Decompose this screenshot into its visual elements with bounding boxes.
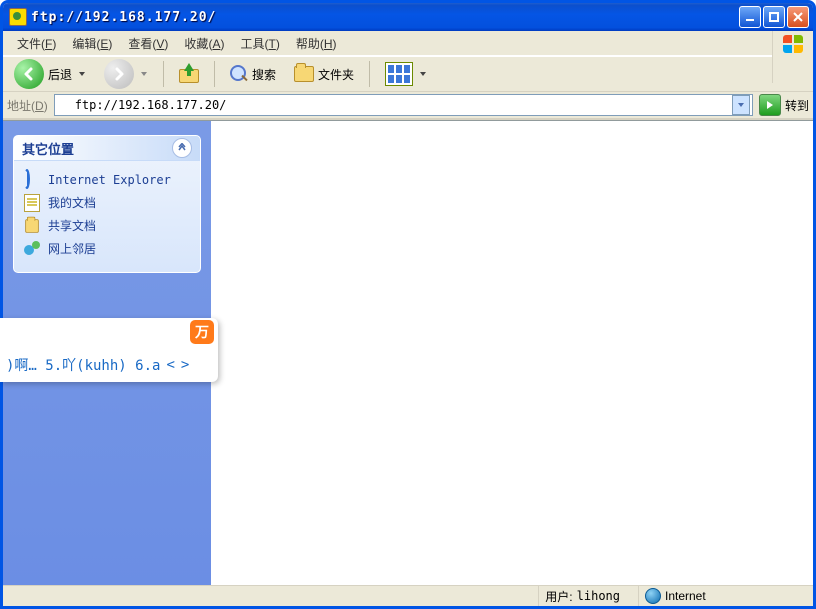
folder-icon bbox=[294, 66, 314, 82]
menu-tools[interactable]: 工具(T) bbox=[232, 32, 287, 55]
menu-view[interactable]: 查看(V) bbox=[120, 32, 176, 55]
close-button[interactable] bbox=[787, 6, 809, 28]
views-icon bbox=[385, 62, 413, 86]
panel-header[interactable]: 其它位置 bbox=[14, 136, 200, 161]
window-title: ftp://192.168.177.20/ bbox=[31, 10, 739, 25]
address-label: 地址(D) bbox=[7, 97, 48, 114]
folders-label: 文件夹 bbox=[318, 66, 354, 83]
ime-prev-icon[interactable]: < bbox=[166, 357, 174, 373]
separator bbox=[214, 61, 215, 87]
file-list-view[interactable] bbox=[211, 121, 813, 585]
link-label: 共享文档 bbox=[48, 217, 96, 234]
search-icon bbox=[230, 65, 248, 83]
app-icon bbox=[9, 8, 27, 26]
address-bar: 地址(D) ftp://192.168.177.20/ 转到 bbox=[3, 92, 813, 120]
globe-icon bbox=[645, 588, 661, 604]
menu-help[interactable]: 帮助(H) bbox=[288, 32, 345, 55]
up-button[interactable] bbox=[172, 59, 206, 89]
forward-icon bbox=[104, 59, 134, 89]
link-shared-documents[interactable]: 共享文档 bbox=[24, 214, 190, 237]
forward-button[interactable] bbox=[97, 59, 155, 89]
collapse-button[interactable] bbox=[172, 138, 192, 158]
other-places-panel: 其它位置 Internet Explorer 我的文档 bbox=[13, 135, 201, 273]
address-field[interactable]: ftp://192.168.177.20/ bbox=[54, 94, 753, 116]
link-label: Internet Explorer bbox=[48, 173, 171, 187]
back-icon bbox=[14, 59, 44, 89]
menu-file[interactable]: 文件(F) bbox=[9, 32, 64, 55]
network-icon bbox=[24, 241, 40, 257]
link-my-documents[interactable]: 我的文档 bbox=[24, 191, 190, 214]
folder-up-icon bbox=[179, 65, 199, 83]
toolbar: 后退 搜索 文件夹 bbox=[3, 56, 813, 92]
separator bbox=[163, 61, 164, 87]
ime-candidate-bar[interactable]: 万 )啊… 5.吖(kuhh) 6.a < > bbox=[0, 318, 218, 382]
menu-favorites[interactable]: 收藏(A) bbox=[176, 32, 232, 55]
user-label: 用户: bbox=[545, 588, 572, 605]
chevron-down-icon bbox=[737, 101, 745, 109]
zone-label: Internet bbox=[665, 589, 706, 603]
address-value: ftp://192.168.177.20/ bbox=[75, 98, 728, 112]
maximize-button[interactable] bbox=[763, 6, 785, 28]
menu-edit[interactable]: 编辑(E) bbox=[64, 32, 120, 55]
go-button[interactable]: 转到 bbox=[759, 94, 809, 116]
folder-icon bbox=[24, 218, 40, 234]
status-user: 用户: lihong bbox=[538, 586, 638, 606]
folders-button[interactable]: 文件夹 bbox=[287, 59, 361, 89]
link-label: 网上邻居 bbox=[48, 240, 96, 257]
search-button[interactable]: 搜索 bbox=[223, 59, 283, 89]
documents-icon bbox=[24, 195, 40, 211]
title-bar[interactable]: ftp://192.168.177.20/ bbox=[3, 3, 813, 31]
chevron-down-icon bbox=[140, 70, 148, 78]
minimize-button[interactable] bbox=[739, 6, 761, 28]
views-button[interactable] bbox=[378, 59, 434, 89]
ime-candidates[interactable]: )啊… 5.吖(kuhh) 6.a bbox=[6, 355, 160, 375]
user-value: lihong bbox=[577, 589, 620, 603]
separator bbox=[369, 61, 370, 87]
chevron-down-icon bbox=[78, 70, 86, 78]
address-dropdown-button[interactable] bbox=[732, 95, 750, 115]
link-network-places[interactable]: 网上邻居 bbox=[24, 237, 190, 260]
menu-bar: 文件(F) 编辑(E) 查看(V) 收藏(A) 工具(T) 帮助(H) bbox=[3, 31, 813, 56]
link-internet-explorer[interactable]: Internet Explorer bbox=[24, 169, 190, 191]
back-label: 后退 bbox=[48, 66, 72, 83]
panel-title: 其它位置 bbox=[22, 139, 74, 158]
windows-logo-throbber bbox=[772, 31, 813, 83]
panel-body: Internet Explorer 我的文档 共享文档 网上邻居 bbox=[14, 161, 200, 272]
location-icon bbox=[57, 98, 71, 112]
explorer-window: ftp://192.168.177.20/ 文件(F) 编辑(E) 查看(V) … bbox=[0, 0, 816, 609]
chevron-down-icon bbox=[419, 70, 427, 78]
go-icon bbox=[759, 94, 781, 116]
chevron-up-icon bbox=[177, 143, 187, 153]
go-label: 转到 bbox=[785, 97, 809, 114]
status-bar: 用户: lihong Internet bbox=[3, 585, 813, 606]
search-label: 搜索 bbox=[252, 66, 276, 83]
ime-next-icon[interactable]: > bbox=[181, 357, 189, 373]
status-zone: Internet bbox=[638, 586, 813, 606]
back-button[interactable]: 后退 bbox=[7, 59, 93, 89]
link-label: 我的文档 bbox=[48, 194, 96, 211]
ime-logo-icon: 万 bbox=[190, 320, 214, 344]
ie-icon bbox=[24, 172, 40, 188]
